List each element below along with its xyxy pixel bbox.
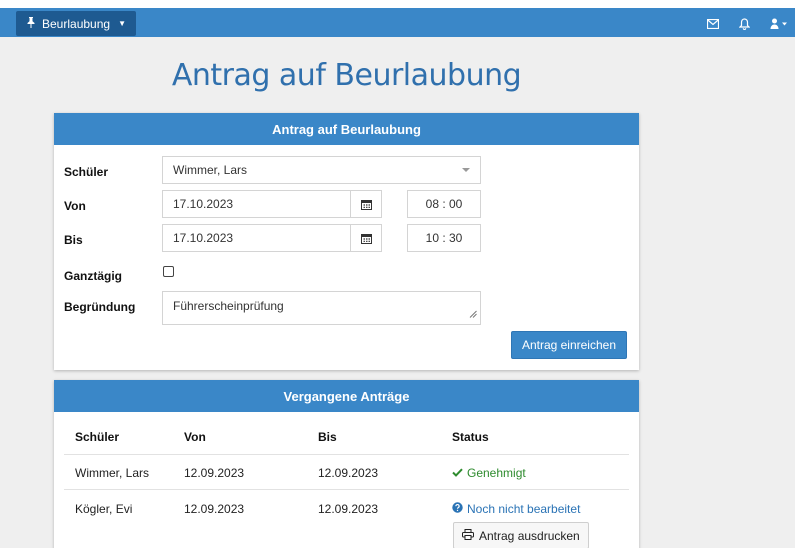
submit-request-button[interactable]: Antrag einreichen	[510, 331, 627, 359]
column-header-to: Bis	[318, 430, 337, 444]
calendar-icon[interactable]	[350, 191, 381, 217]
cell-from: 12.09.2023	[184, 502, 245, 516]
pin-icon	[26, 16, 36, 31]
past-panel-header: Vergangene Anträge	[54, 380, 639, 412]
checkmark-icon	[452, 466, 463, 480]
reason-label: Begründung	[64, 300, 136, 314]
user-icon[interactable]	[770, 18, 787, 29]
column-header-student: Schüler	[75, 430, 120, 444]
resize-handle-icon[interactable]	[469, 307, 477, 321]
cell-student: Kögler, Evi	[75, 502, 133, 516]
past-requests-panel: Vergangene Anträge Schüler Von Bis Statu…	[54, 380, 639, 548]
status-text: Noch nicht bearbeitet	[467, 502, 581, 516]
chevron-down-icon	[462, 168, 470, 172]
status-badge: Noch nicht bearbeitet	[452, 502, 580, 516]
print-icon	[462, 528, 474, 543]
from-date-field[interactable]: 17.10.2023	[162, 190, 382, 218]
calendar-icon[interactable]	[350, 225, 381, 251]
bell-icon[interactable]	[739, 17, 750, 30]
student-label: Schüler	[64, 165, 109, 179]
to-date-value: 17.10.2023	[173, 231, 234, 245]
to-label: Bis	[64, 233, 83, 247]
beurlaubung-menu-button[interactable]: Beurlaubung ▼	[16, 11, 136, 36]
form-panel-header: Antrag auf Beurlaubung	[54, 113, 639, 145]
status-text: Genehmigt	[467, 466, 526, 480]
allday-checkbox[interactable]	[163, 266, 174, 277]
column-header-from: Von	[184, 430, 206, 444]
reason-value: Führerscheinprüfung	[173, 299, 284, 313]
to-time-field[interactable]: 10 : 30	[407, 224, 481, 252]
column-header-status: Status	[452, 430, 489, 444]
print-button-label: Antrag ausdrucken	[479, 528, 580, 543]
menu-label: Beurlaubung	[42, 16, 111, 31]
from-label: Von	[64, 199, 86, 213]
cell-from: 12.09.2023	[184, 466, 245, 480]
status-badge: Genehmigt	[452, 466, 526, 480]
to-date-field[interactable]: 17.10.2023	[162, 224, 382, 252]
table-divider	[64, 489, 629, 490]
allday-label: Ganztägig	[64, 269, 123, 283]
from-time-value: 08 : 00	[425, 197, 463, 211]
reason-textarea[interactable]: Führerscheinprüfung	[162, 291, 481, 325]
student-select[interactable]: Wimmer, Lars	[162, 156, 481, 184]
page-title: Antrag auf Beurlaubung	[171, 58, 522, 93]
cell-student: Wimmer, Lars	[75, 466, 150, 480]
top-navbar: Beurlaubung ▼	[0, 0, 795, 37]
to-time-value: 10 : 30	[425, 231, 463, 245]
print-request-button[interactable]: Antrag ausdrucken	[453, 522, 589, 548]
question-circle-icon	[452, 502, 463, 516]
cell-to: 12.09.2023	[318, 466, 379, 480]
request-form-panel: Antrag auf Beurlaubung Schüler Wimmer, L…	[54, 113, 639, 370]
from-date-value: 17.10.2023	[173, 197, 234, 211]
top-icons	[707, 11, 787, 36]
cell-to: 12.09.2023	[318, 502, 379, 516]
mail-icon[interactable]	[707, 18, 719, 29]
table-divider	[64, 454, 629, 455]
chevron-down-icon: ▼	[118, 19, 126, 28]
from-time-field[interactable]: 08 : 00	[407, 190, 481, 218]
student-select-value: Wimmer, Lars	[173, 163, 248, 177]
